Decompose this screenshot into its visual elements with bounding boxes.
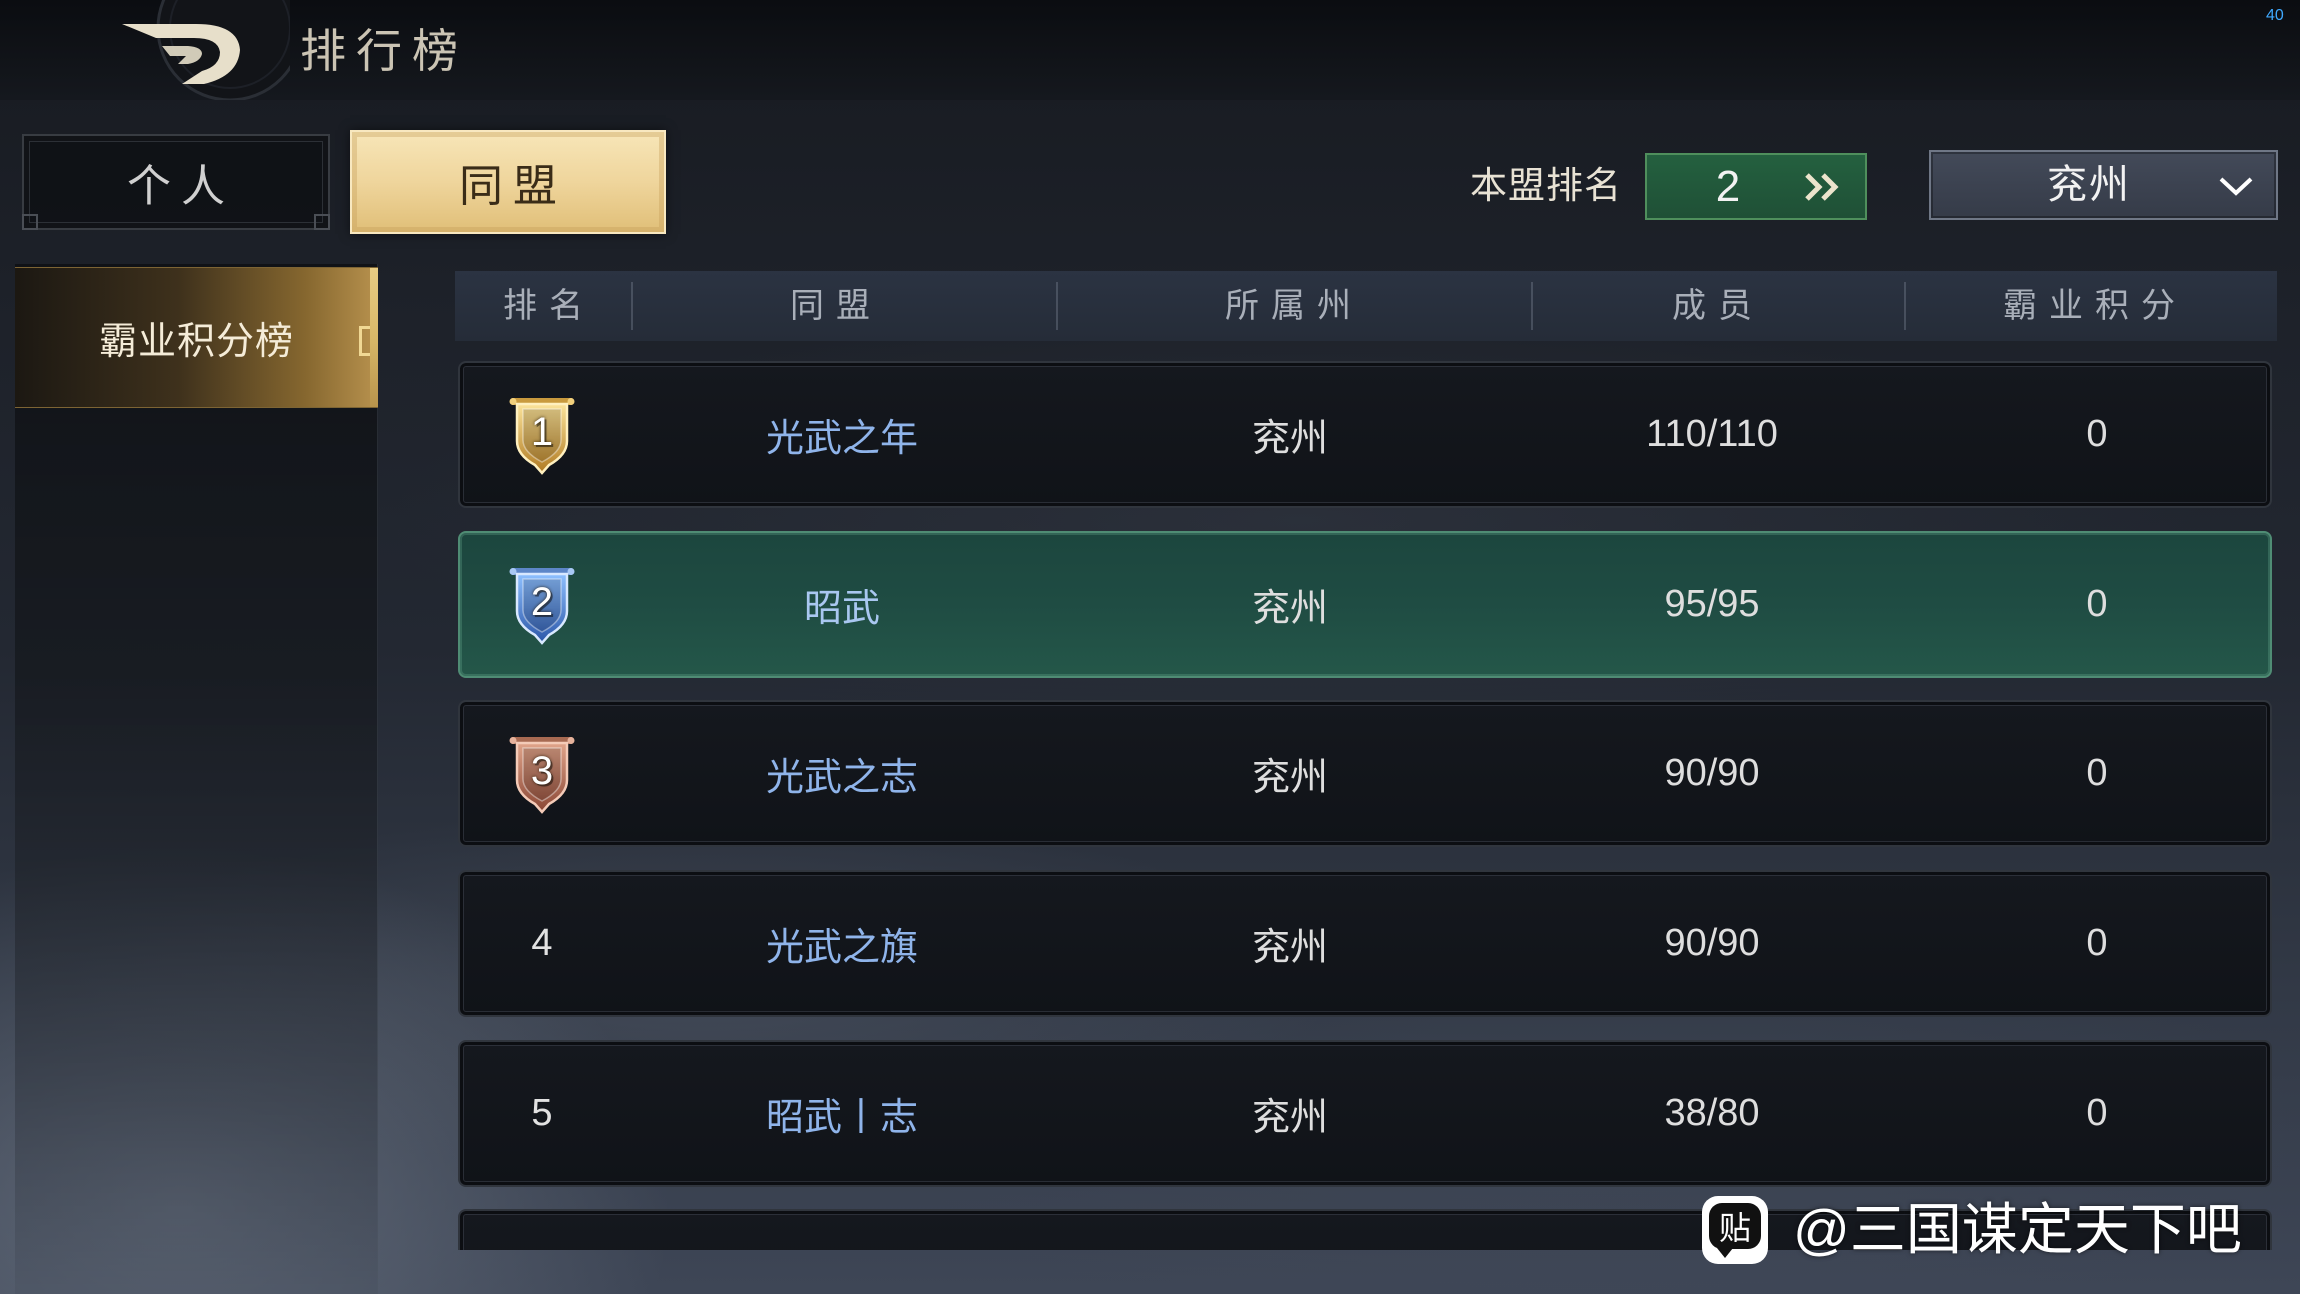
watermark-text: @三国谋定天下吧 xyxy=(1793,1198,2242,1261)
hegemony-points: 0 xyxy=(2086,413,2108,455)
header-province: 所属州 xyxy=(1225,287,1363,325)
tieba-logo-bubble: 贴 xyxy=(1709,1203,1761,1258)
hegemony-points: 0 xyxy=(2086,1092,2108,1134)
header-points: 霸业积分 xyxy=(2003,287,2187,325)
own-rank-jump-button[interactable]: 2 xyxy=(1645,153,1867,220)
tab-personal-label: 个人 xyxy=(127,162,235,211)
rank-cell: 2 xyxy=(472,533,612,676)
province: 兖州 xyxy=(1251,927,1328,969)
sidebar-item-hegemony-ranking[interactable]: 霸业积分榜 xyxy=(15,267,378,408)
sidebar xyxy=(15,264,378,1294)
own-rank-label: 本盟排名 xyxy=(1470,165,1622,206)
member-count: 110/110 xyxy=(1646,413,1778,455)
fps-counter: 40 xyxy=(2266,7,2284,24)
sidebar-item-label: 霸业积分榜 xyxy=(98,321,294,363)
table-header: 排名 同盟 所属州 成员 霸业积分 xyxy=(455,271,2277,341)
tab-alliance-label: 同盟 xyxy=(459,162,567,211)
province-select-value: 兖州 xyxy=(2047,163,2131,207)
member-count: 38/80 xyxy=(1664,1092,1760,1134)
tab-alliance[interactable]: 同盟 xyxy=(350,130,666,234)
header-divider xyxy=(1531,282,1533,330)
header-members: 成员 xyxy=(1672,287,1764,325)
back-button[interactable] xyxy=(118,0,304,102)
province: 兖州 xyxy=(1251,757,1328,799)
member-count: 95/95 xyxy=(1664,583,1760,625)
tieba-logo-icon: 贴 xyxy=(1702,1196,1768,1264)
header-rank: 排名 xyxy=(503,287,595,325)
table-row[interactable]: 3 光武之志 兖州 90/90 0 xyxy=(458,700,2272,847)
province: 兖州 xyxy=(1251,418,1328,460)
table-row[interactable]: 5 昭武丨志 兖州 38/80 0 xyxy=(458,1040,2272,1187)
province-select[interactable]: 兖州 xyxy=(1929,150,2278,220)
member-count: 90/90 xyxy=(1664,752,1760,794)
province: 兖州 xyxy=(1251,1097,1328,1139)
hegemony-points: 0 xyxy=(2086,922,2108,964)
table-row[interactable]: 1 光武之年 兖州 110/110 0 xyxy=(458,361,2272,508)
hegemony-points: 0 xyxy=(2086,752,2108,794)
ranking-list[interactable]: 1 光武之年 兖州 110/110 0 2 昭武 兖州 95/95 0 3 光武… xyxy=(455,355,2277,1250)
header-divider xyxy=(1904,282,1906,330)
header-divider xyxy=(1056,282,1058,330)
rank-cell: 1 xyxy=(472,363,612,506)
alliance-name[interactable]: 光武之旗 xyxy=(692,872,992,1015)
rank-number: 1 xyxy=(530,409,554,454)
rank-number: 2 xyxy=(530,579,554,624)
alliance-name[interactable]: 光武之年 xyxy=(692,363,992,506)
alliance-name[interactable]: 昭武 xyxy=(692,533,992,676)
member-count: 90/90 xyxy=(1664,922,1760,964)
rank-cell: 3 xyxy=(472,702,612,845)
double-chevron-right-icon xyxy=(1805,173,1839,201)
blue-rank-badge-icon: 2 xyxy=(509,565,575,645)
tab-personal[interactable]: 个人 xyxy=(22,134,330,230)
rank-number: 5 xyxy=(531,1092,553,1134)
province: 兖州 xyxy=(1251,588,1328,630)
header-divider xyxy=(631,282,633,330)
alliance-name[interactable]: 昭武丨志 xyxy=(692,1042,992,1185)
back-arrow-icon xyxy=(122,0,304,102)
hegemony-points: 0 xyxy=(2086,583,2108,625)
rank-number: 3 xyxy=(530,748,554,793)
header-alliance: 同盟 xyxy=(790,287,882,325)
rank-number: 4 xyxy=(531,922,553,964)
table-row[interactable]: 4 光武之旗 兖州 90/90 0 xyxy=(458,870,2272,1017)
page-title: 排行榜 xyxy=(300,25,468,77)
chevron-down-icon xyxy=(2219,177,2253,196)
gold-rank-badge-icon: 1 xyxy=(509,395,575,475)
own-rank-value: 2 xyxy=(1715,162,1741,211)
bronze-rank-badge-icon: 3 xyxy=(509,734,575,814)
table-row[interactable]: 2 昭武 兖州 95/95 0 xyxy=(458,531,2272,678)
alliance-name[interactable]: 光武之志 xyxy=(692,702,992,845)
